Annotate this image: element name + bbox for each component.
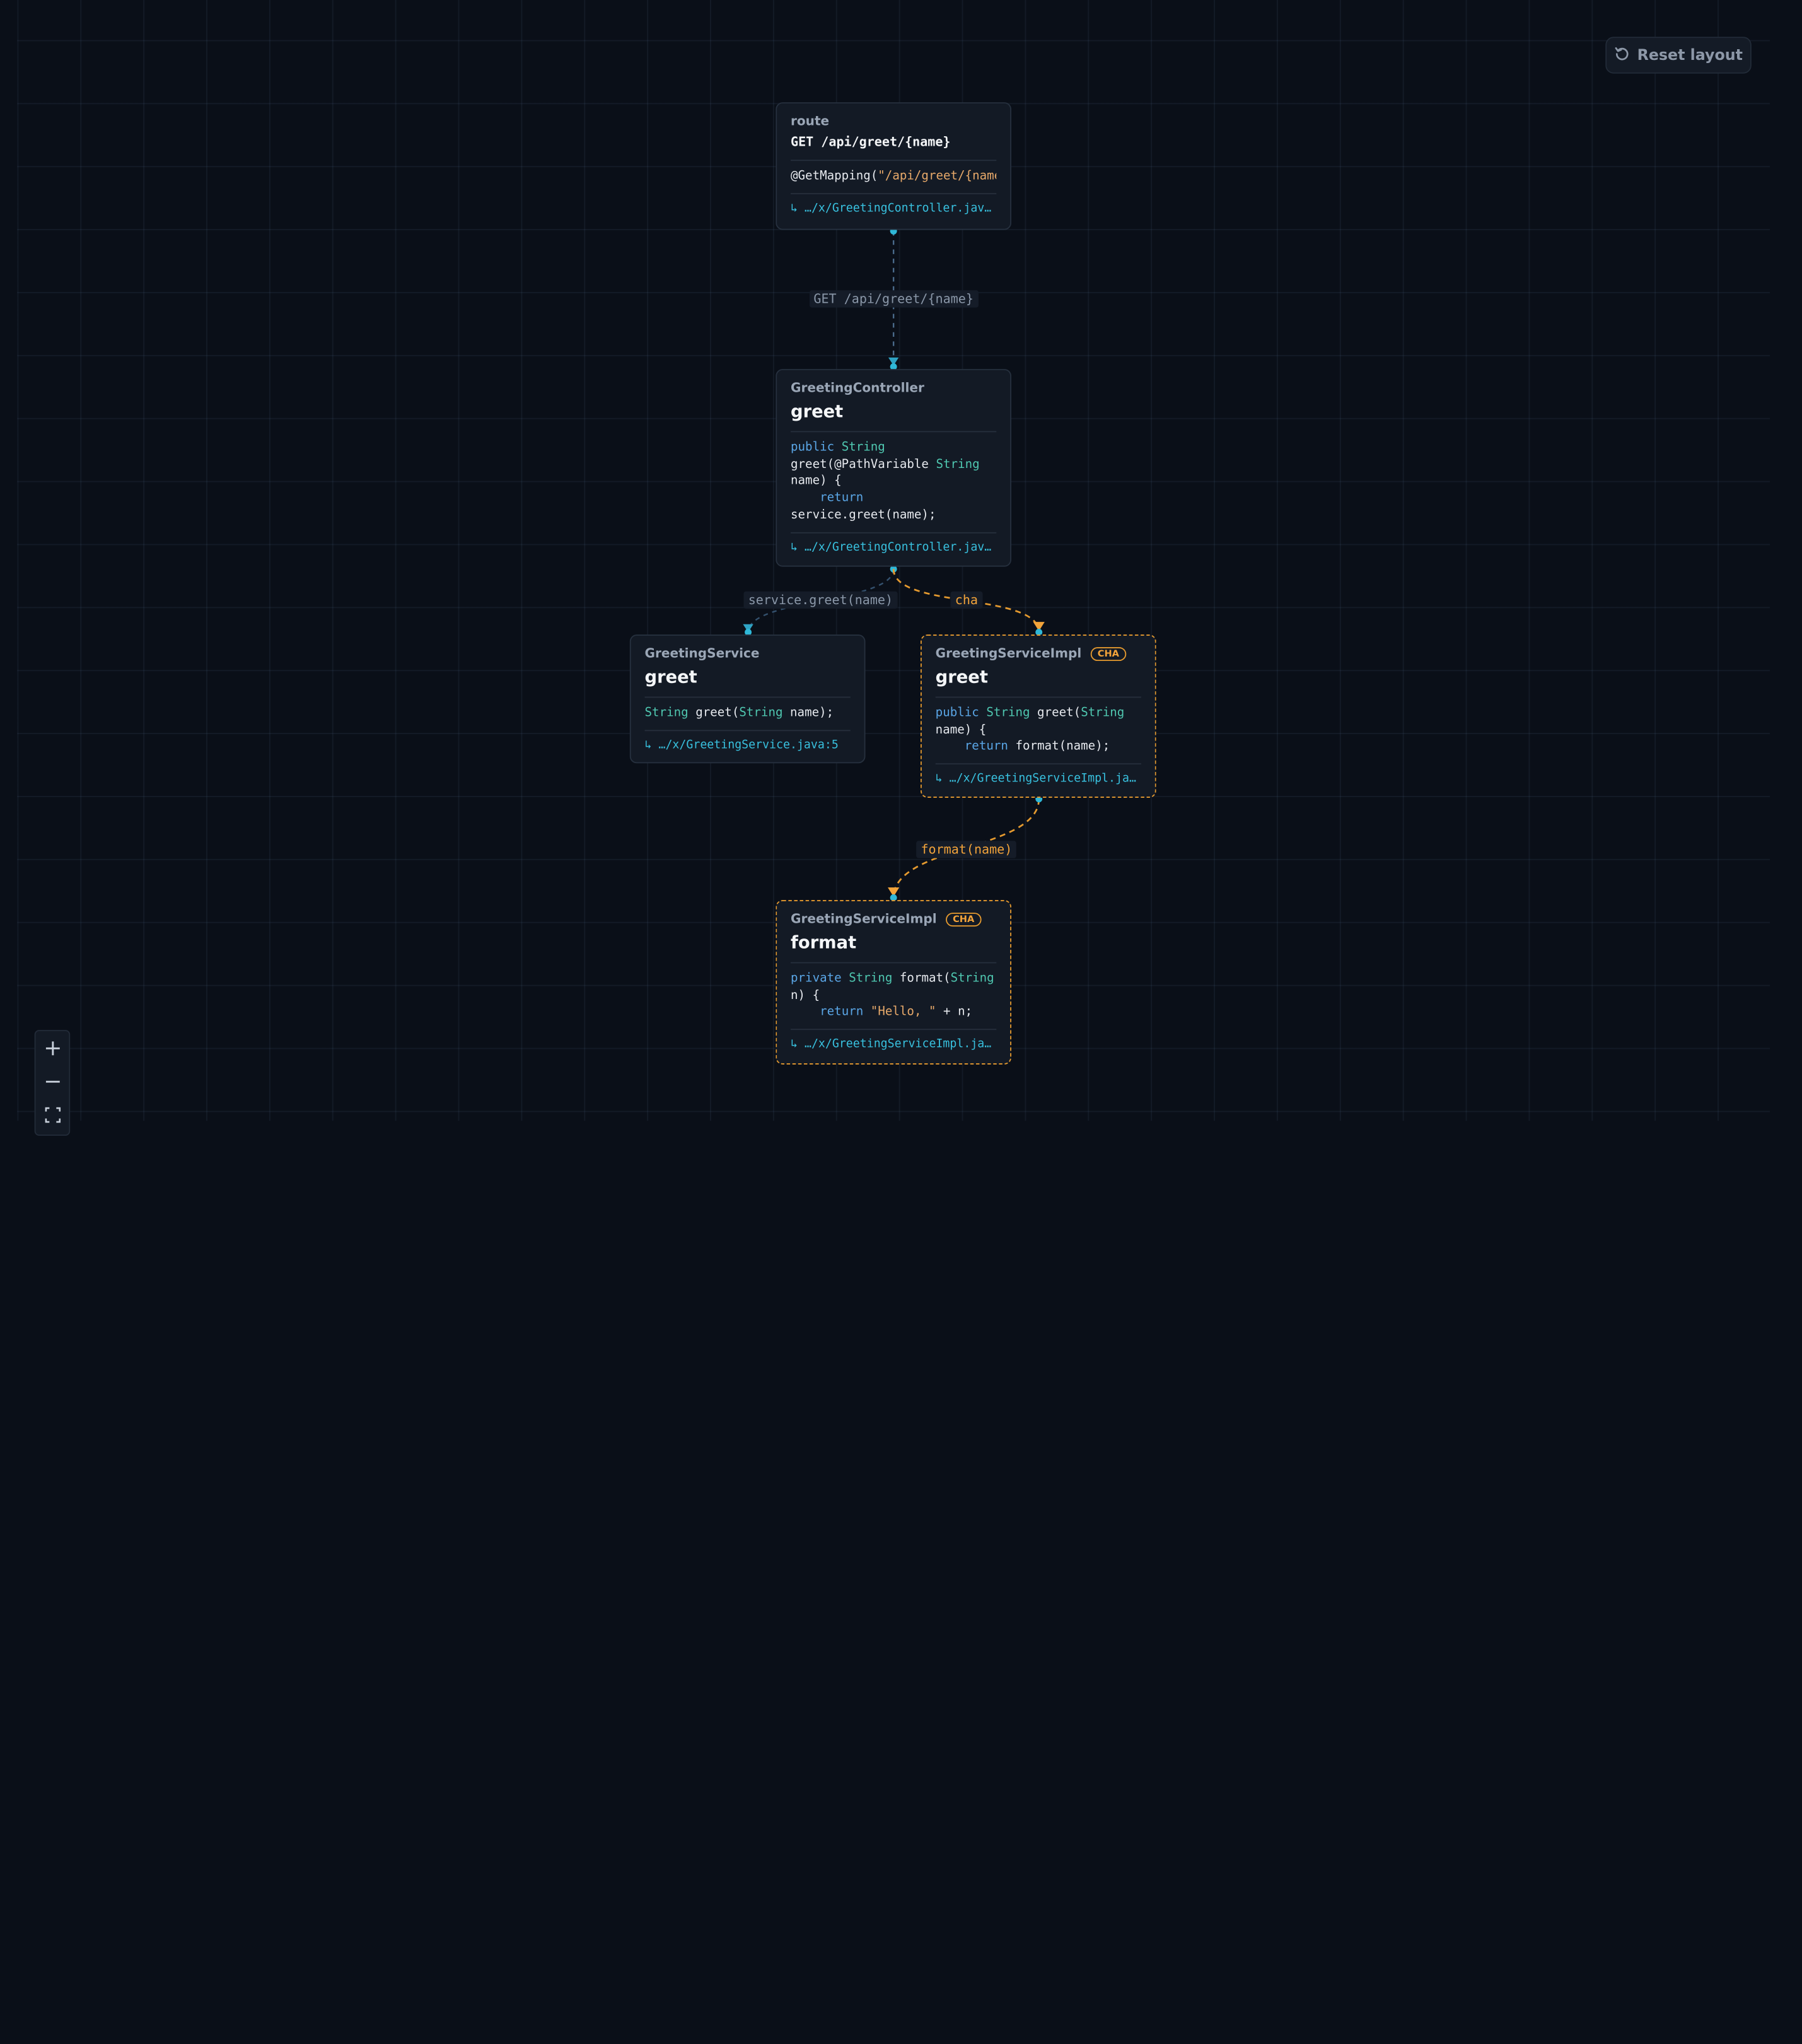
node-divider: [791, 532, 997, 533]
node-greeting-service[interactable]: GreetingService greet String greet(Strin…: [629, 634, 866, 764]
node-method-label: greet: [791, 401, 844, 422]
node-method-label: format: [791, 932, 857, 954]
node-code-snippet: public String greet(@PathVariable String…: [791, 440, 980, 522]
node-divider: [791, 1029, 997, 1031]
node-code-snippet: @GetMapping("/api/greet/{name: [791, 168, 997, 183]
node-greeting-controller[interactable]: GreetingController greet public String g…: [776, 369, 1011, 567]
zoom-in-button[interactable]: [36, 1031, 69, 1065]
node-route[interactable]: route GET /api/greet/{name} @GetMapping(…: [776, 102, 1011, 230]
cha-badge: CHA: [946, 912, 982, 926]
node-divider: [644, 696, 851, 698]
graph-canvas[interactable]: GET /api/greet/{name} service.greet(name…: [0, 0, 1802, 2044]
node-divider: [644, 729, 851, 731]
node-source-link[interactable]: ↳ …/x/GreetingService.java:5: [645, 738, 851, 754]
node-greeting-service-impl-format[interactable]: GreetingServiceImpl CHA format private S…: [776, 900, 1011, 1065]
node-code-snippet: private String format(String n) { return…: [791, 971, 994, 1019]
fit-view-icon: [44, 1106, 61, 1123]
node-code-snippet: public String greet(String name) { retur…: [935, 706, 1125, 754]
node-class-label: route: [791, 114, 830, 129]
edge-label-service-call: service.greet(name): [743, 591, 898, 609]
node-divider: [791, 431, 997, 433]
node-class-name: GreetingServiceImpl: [791, 911, 937, 927]
node-class-label: GreetingController: [791, 380, 924, 396]
plus-icon: [45, 1041, 59, 1055]
node-source-link[interactable]: ↳ …/x/GreetingController.java…: [791, 201, 996, 217]
reset-layout-label: Reset layout: [1637, 46, 1743, 64]
node-method-label: GET /api/greet/{name}: [791, 134, 951, 149]
node-divider: [791, 160, 997, 161]
node-class-name: GreetingServiceImpl: [935, 646, 1082, 662]
node-source-link[interactable]: ↳ …/x/GreetingController.java…: [791, 540, 996, 556]
node-class-label: GreetingServiceImpl CHA: [791, 911, 996, 928]
node-class-label: GreetingServiceImpl CHA: [936, 645, 1141, 662]
zoom-out-button[interactable]: [36, 1065, 69, 1098]
minus-icon: [45, 1080, 59, 1082]
node-divider: [935, 763, 1141, 765]
fit-view-button[interactable]: [36, 1098, 69, 1131]
node-greeting-service-impl-greet[interactable]: GreetingServiceImpl CHA greet public Str…: [920, 634, 1156, 798]
node-source-link[interactable]: ↳ …/x/GreetingServiceImpl.jav…: [936, 771, 1141, 788]
node-method-label: greet: [644, 667, 697, 687]
node-divider: [935, 696, 1141, 698]
edge-label-route: GET /api/greet/{name}: [809, 290, 979, 308]
reset-icon: [1614, 45, 1629, 65]
cha-badge: CHA: [1090, 646, 1126, 661]
node-method-label: greet: [935, 667, 988, 687]
reset-layout-button[interactable]: Reset layout: [1605, 37, 1752, 74]
node-class-label: GreetingService: [644, 646, 760, 662]
zoom-controls: [34, 1030, 71, 1136]
edge-label-format-call: format(name): [916, 841, 1017, 858]
node-divider: [791, 192, 997, 194]
node-source-link[interactable]: ↳ …/x/GreetingServiceImpl.jav…: [791, 1037, 996, 1053]
edge-label-cha: cha: [950, 591, 983, 609]
node-code-snippet: String greet(String name);: [644, 706, 834, 720]
node-divider: [791, 962, 997, 964]
